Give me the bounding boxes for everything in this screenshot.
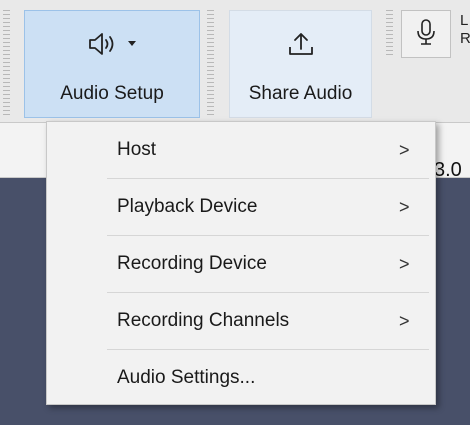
- share-upload-icon: [286, 27, 316, 61]
- meter-left-label: L: [460, 12, 469, 29]
- share-audio-label: Share Audio: [248, 83, 353, 104]
- menu-item-recording-device[interactable]: Recording Device >: [47, 236, 435, 292]
- menu-item-recording-channels[interactable]: Recording Channels >: [47, 293, 435, 349]
- chevron-right-icon: >: [399, 253, 410, 274]
- menu-item-host[interactable]: Host >: [47, 122, 435, 178]
- menu-item-label: Host: [117, 139, 157, 160]
- menu-item-label: Playback Device: [117, 196, 258, 217]
- meter-right-label: R: [460, 30, 470, 47]
- menu-item-label: Recording Device: [117, 253, 267, 274]
- audio-setup-menu: Host > Playback Device > Recording Devic…: [46, 121, 436, 405]
- microphone-icon: [415, 17, 437, 52]
- dropdown-arrow-icon: [128, 41, 136, 46]
- audio-setup-button[interactable]: Audio Setup: [24, 10, 200, 118]
- share-audio-button[interactable]: Share Audio: [229, 10, 372, 118]
- menu-item-label: Audio Settings...: [117, 367, 256, 388]
- toolbar-grip-handle-2[interactable]: [207, 10, 214, 116]
- speaker-icon: [84, 27, 140, 61]
- chevron-right-icon: >: [399, 196, 410, 217]
- toolbar-grip-handle-3[interactable]: [386, 10, 393, 58]
- audio-setup-label: Audio Setup: [60, 83, 164, 104]
- menu-item-audio-settings[interactable]: Audio Settings...: [47, 350, 435, 406]
- menu-item-playback-device[interactable]: Playback Device >: [47, 179, 435, 235]
- chevron-right-icon: >: [399, 139, 410, 160]
- toolbar-grip-handle[interactable]: [3, 10, 10, 116]
- chevron-right-icon: >: [399, 310, 410, 331]
- toolbar: Audio Setup Share Audio L R: [0, 0, 470, 123]
- recording-meter-button[interactable]: [401, 10, 451, 58]
- menu-item-label: Recording Channels: [117, 310, 290, 331]
